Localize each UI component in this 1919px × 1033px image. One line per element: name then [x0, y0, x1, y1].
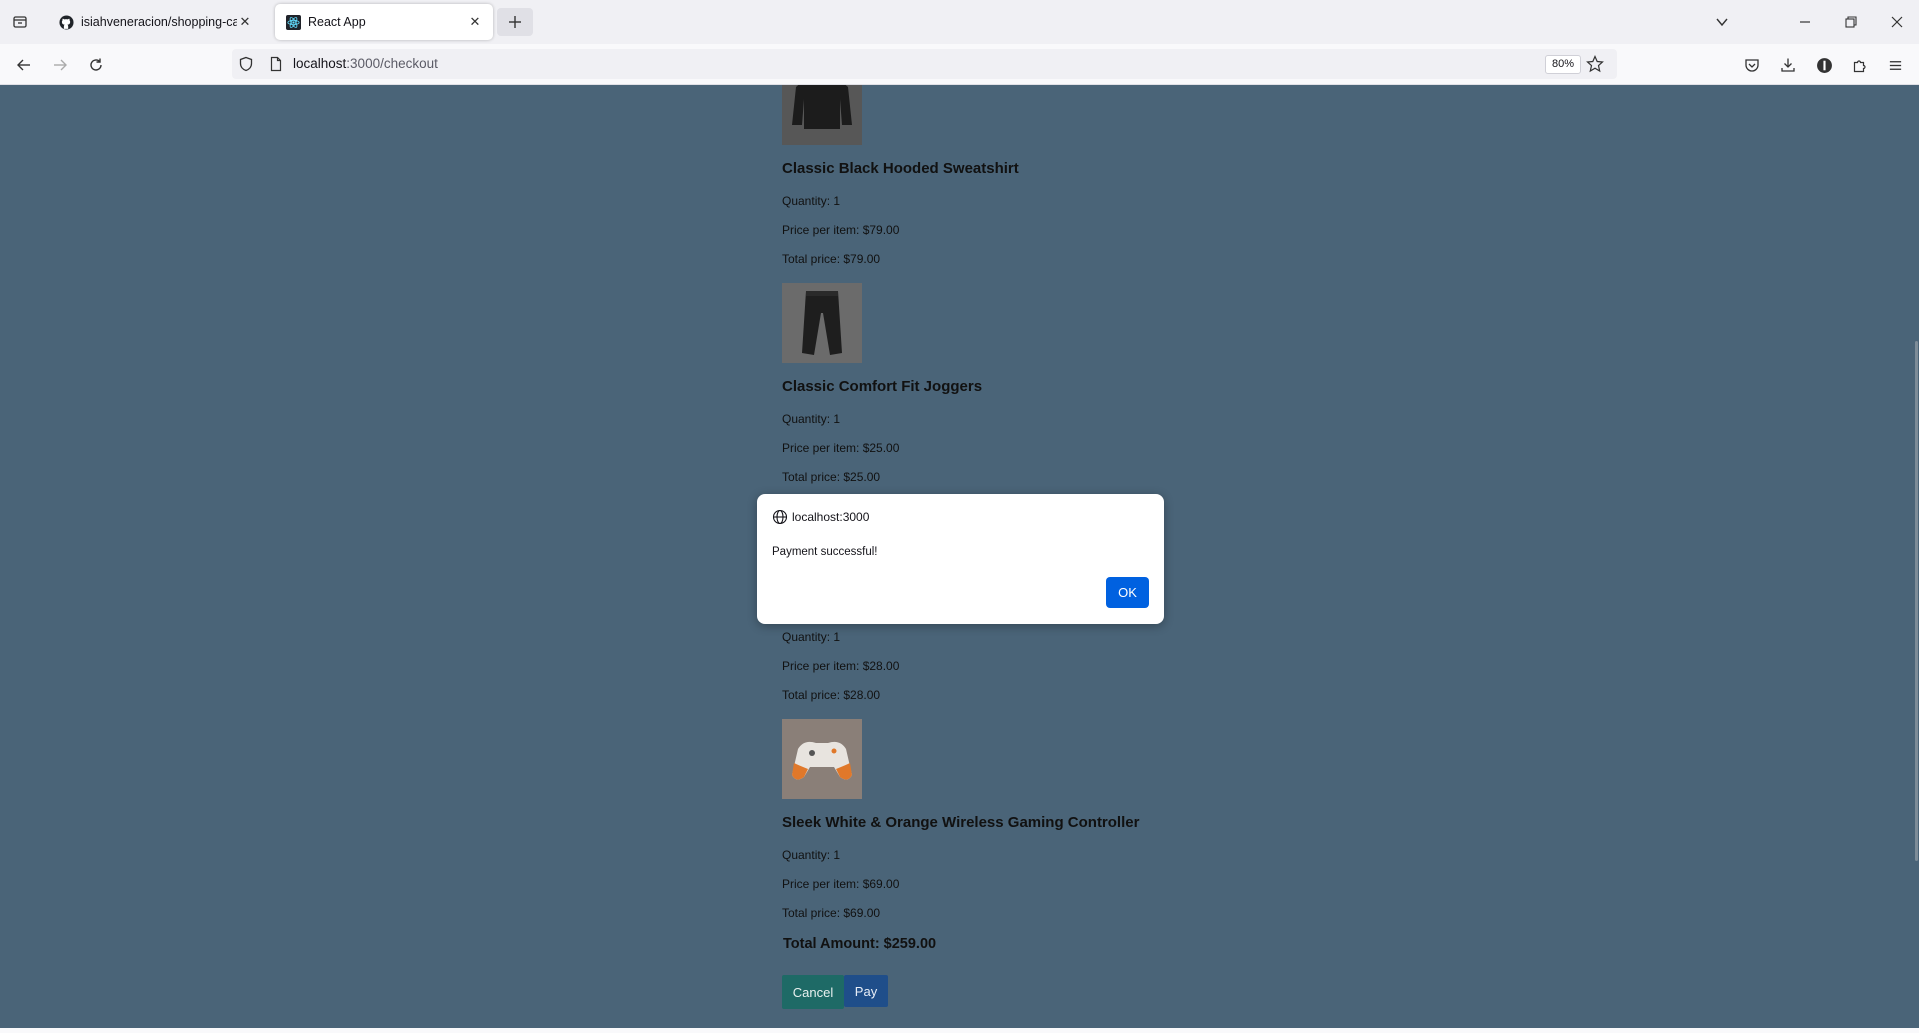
reload-icon[interactable]: [82, 51, 110, 79]
item-total-price: Total price: $69.00: [782, 906, 881, 920]
github-icon: [58, 14, 74, 30]
tab-react-app[interactable]: React App ✕: [275, 4, 493, 40]
react-icon: [285, 14, 301, 30]
item-total-price: Total price: $28.00: [782, 688, 881, 702]
item-total-price: Total price: $25.00: [782, 470, 881, 484]
scrollbar-thumb[interactable]: [1915, 341, 1918, 861]
close-window-icon[interactable]: [1880, 6, 1914, 38]
cancel-button[interactable]: Cancel: [782, 975, 844, 1009]
tracking-shield-icon[interactable]: [238, 56, 254, 72]
navigation-toolbar: localhost:3000/checkout 80%: [0, 44, 1919, 85]
dialog-message: Payment successful!: [772, 546, 878, 558]
item-quantity: Quantity: 1: [782, 848, 841, 862]
item-name: Classic Comfort Fit Joggers: [782, 378, 983, 395]
plus-icon: [509, 16, 521, 28]
item-name: Sleek White & Orange Wireless Gaming Con…: [782, 814, 1140, 831]
list-item: Sleek White & Orange Wireless Gaming Con…: [782, 719, 1202, 937]
gaming-controller-image: [782, 719, 862, 799]
url-path: :3000/checkout: [346, 56, 438, 71]
url-text[interactable]: localhost:3000/checkout: [293, 56, 438, 71]
tab-github[interactable]: isiahveneracion/shopping-cart ✕: [48, 4, 263, 40]
item-total-price: Total price: $79.00: [782, 252, 881, 266]
tab-title: isiahveneracion/shopping-cart: [81, 15, 237, 29]
item-name: Classic Black Hooded Sweatshirt: [782, 160, 1019, 177]
extensions-puzzle-icon[interactable]: [1849, 54, 1871, 76]
dialog-origin: localhost:3000: [792, 510, 870, 524]
close-tab-icon[interactable]: ✕: [237, 14, 253, 30]
ok-button[interactable]: OK: [1106, 577, 1149, 608]
alert-dialog: localhost:3000 Payment successful! OK: [757, 494, 1164, 624]
url-host: localhost: [293, 56, 347, 71]
item-price-per-item: Price per item: $79.00: [782, 223, 900, 237]
new-tab-button[interactable]: [497, 8, 533, 36]
address-bar[interactable]: localhost:3000/checkout 80%: [232, 49, 1617, 79]
item-quantity: Quantity: 1: [782, 412, 841, 426]
item-quantity: Quantity: 1: [782, 630, 841, 644]
pay-button[interactable]: Pay: [844, 975, 888, 1007]
hamburger-menu-icon[interactable]: [1884, 54, 1906, 76]
zoom-level-badge[interactable]: 80%: [1545, 55, 1582, 74]
chevron-down-icon[interactable]: [1705, 6, 1739, 38]
list-item: Classic Black Hooded Sweatshirt Quantity…: [782, 85, 1202, 283]
forward-arrow-icon[interactable]: [46, 51, 74, 79]
close-tab-icon[interactable]: ✕: [467, 14, 483, 30]
minimize-icon[interactable]: [1788, 6, 1822, 38]
item-quantity: Quantity: 1: [782, 194, 841, 208]
window-bottom-edge: [0, 1028, 1919, 1033]
back-arrow-icon[interactable]: [10, 51, 38, 79]
list-item: Classic Comfort Fit Joggers Quantity: 1 …: [782, 283, 1202, 501]
item-price-per-item: Price per item: $69.00: [782, 877, 900, 891]
globe-icon: [772, 509, 788, 525]
list-all-tabs-icon[interactable]: [8, 10, 32, 34]
extension-info-icon[interactable]: [1813, 54, 1835, 76]
tab-title: React App: [308, 15, 366, 29]
black-hoodie-image: [782, 85, 862, 145]
total-amount: Total Amount: $259.00: [783, 936, 937, 952]
restore-icon[interactable]: [1834, 6, 1868, 38]
page-info-icon[interactable]: [268, 56, 284, 72]
pocket-icon[interactable]: [1741, 54, 1763, 76]
item-price-per-item: Price per item: $28.00: [782, 659, 900, 673]
scrollbar[interactable]: [1914, 85, 1919, 1028]
bookmark-star-icon[interactable]: [1586, 55, 1604, 73]
downloads-icon[interactable]: [1777, 54, 1799, 76]
item-price-per-item: Price per item: $25.00: [782, 441, 900, 455]
joggers-image: [782, 283, 862, 363]
tab-bar: isiahveneracion/shopping-cart ✕ React Ap…: [0, 0, 1919, 44]
